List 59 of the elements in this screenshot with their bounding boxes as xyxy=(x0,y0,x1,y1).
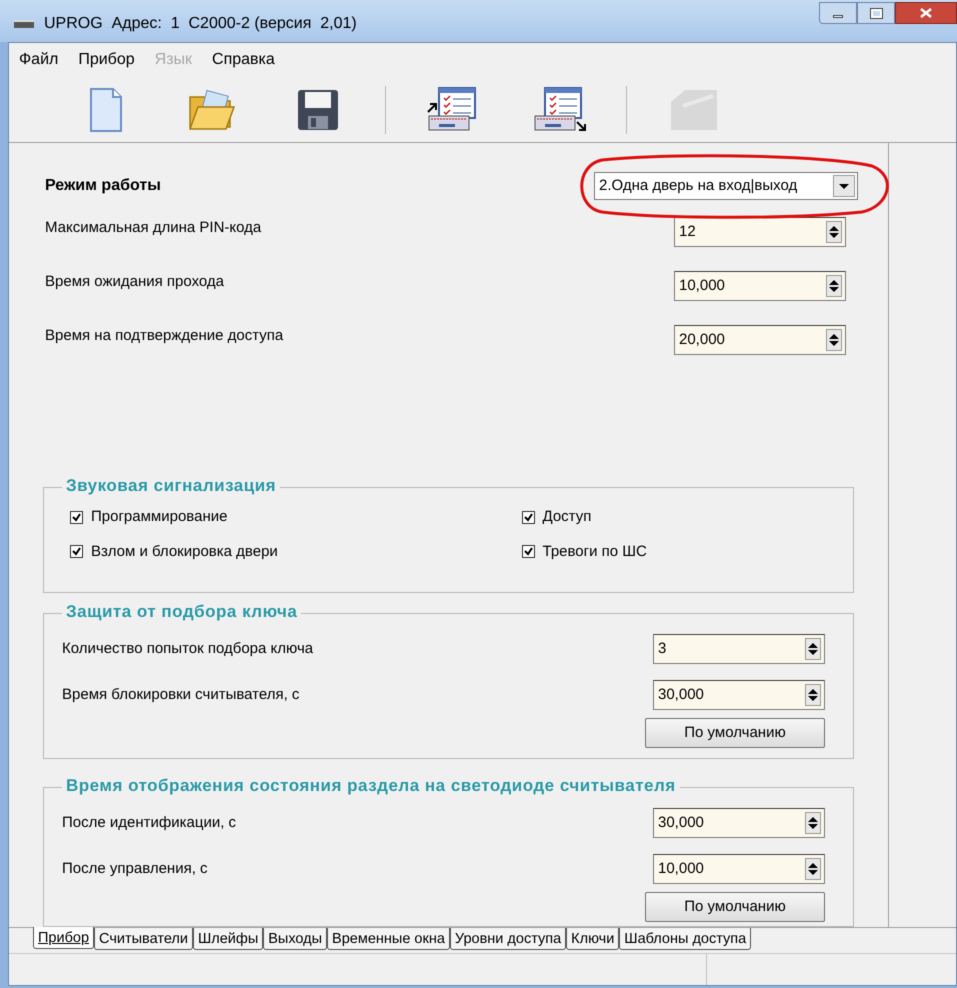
tab[interactable]: Шлейфы xyxy=(192,928,264,950)
spin-arrows-icon[interactable] xyxy=(805,638,821,660)
checkbox[interactable] xyxy=(522,545,534,558)
field-label: После управления, с xyxy=(62,858,208,879)
field-label: Количество попыток подбора ключа xyxy=(62,638,314,659)
checkmark-icon xyxy=(524,547,532,556)
checkbox-option[interactable]: Взлом и блокировка двери xyxy=(70,540,462,563)
spin-field[interactable]: 20,000 xyxy=(674,325,846,355)
menu-item[interactable]: Файл xyxy=(19,48,58,72)
checkbox-option[interactable]: Доступ xyxy=(462,506,853,528)
field-label: Время на подтверждение доступа xyxy=(45,326,284,346)
spin-arrows-icon[interactable] xyxy=(826,329,842,351)
field-label: Максимальная длина PIN-кода xyxy=(45,218,262,238)
spin-arrows-icon[interactable] xyxy=(805,858,821,880)
close-icon xyxy=(920,8,932,18)
checkbox-option[interactable]: Тревоги по ШС xyxy=(462,540,853,563)
document-icon xyxy=(89,86,123,132)
checkbox[interactable] xyxy=(70,545,83,558)
folder-icon xyxy=(188,88,236,130)
tab[interactable]: Шаблоны доступа xyxy=(619,928,752,950)
spin-field[interactable]: 10,000 xyxy=(674,271,846,301)
tab[interactable]: Прибор xyxy=(33,927,94,949)
app-icon xyxy=(14,20,34,28)
checkbox[interactable] xyxy=(70,510,83,524)
tab[interactable]: Уровни доступа xyxy=(450,928,566,950)
default-button[interactable]: По умолчанию xyxy=(645,718,825,748)
tab[interactable]: Считыватели xyxy=(94,928,193,950)
checkbox[interactable] xyxy=(522,510,534,524)
default-button[interactable]: По умолчанию xyxy=(645,892,825,922)
checkmark-icon xyxy=(72,547,81,556)
maximize-icon xyxy=(870,8,882,18)
spin-arrows-icon[interactable] xyxy=(805,684,821,706)
spin-arrows-icon[interactable] xyxy=(826,221,842,243)
spin-field[interactable]: 12 xyxy=(674,217,846,247)
spin-field[interactable]: 30,000 xyxy=(653,680,825,710)
window-title: UPROG Адрес: 1 С2000-2 (версия 2,01) xyxy=(44,14,357,34)
minimize-button[interactable] xyxy=(819,2,857,24)
tab[interactable]: Временные окна xyxy=(327,928,450,950)
spin-field[interactable]: 30,000 xyxy=(653,808,825,838)
menu-item[interactable]: Прибор xyxy=(78,48,135,72)
menu-item[interactable]: Справка xyxy=(212,48,275,72)
checkmark-icon xyxy=(524,512,532,522)
spin-field[interactable]: 10,000 xyxy=(653,854,825,884)
dropdown[interactable]: 2.Одна дверь на вход|выход xyxy=(594,172,858,200)
spin-arrows-icon[interactable] xyxy=(805,812,821,834)
spin-field[interactable]: 3 xyxy=(653,634,825,664)
minimize-icon xyxy=(833,15,843,18)
maximize-button[interactable] xyxy=(857,2,895,24)
close-button[interactable] xyxy=(895,2,957,24)
tab[interactable]: Выходы xyxy=(263,928,328,950)
field-label: Режим работы xyxy=(45,176,161,196)
field-label: После идентификации, с xyxy=(62,812,236,833)
checkmark-icon xyxy=(72,512,81,522)
checkbox-option[interactable]: Программирование xyxy=(70,506,462,528)
field-label: Время блокировки считывателя, с xyxy=(62,684,300,705)
tab[interactable]: Ключи xyxy=(566,928,620,950)
device-icon xyxy=(669,88,719,132)
spin-arrows-icon[interactable] xyxy=(826,275,842,297)
field-label: Время ожидания прохода xyxy=(45,272,224,292)
